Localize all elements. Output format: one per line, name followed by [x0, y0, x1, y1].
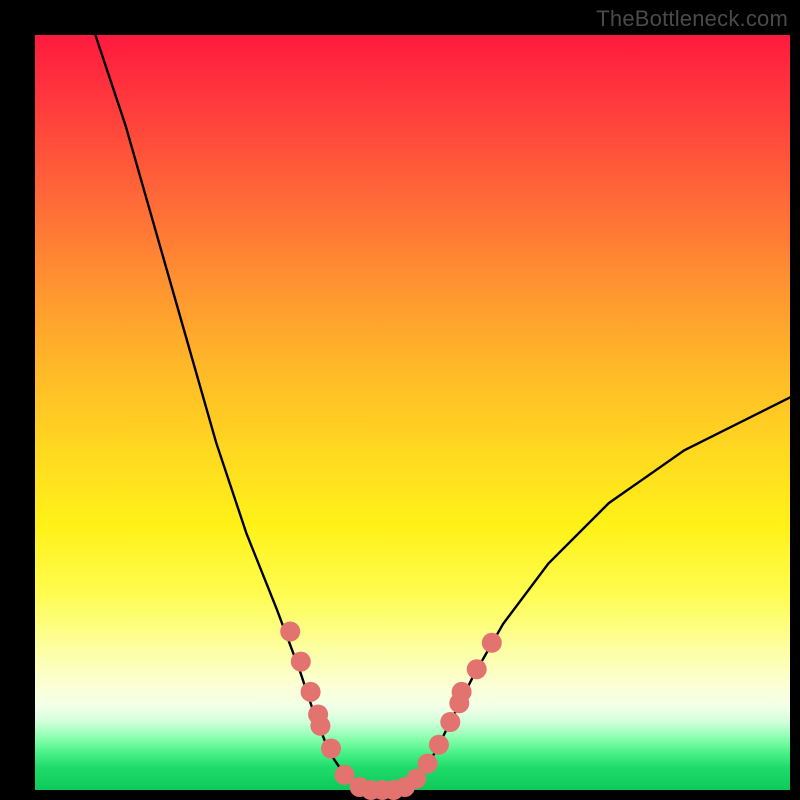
data-point — [310, 716, 330, 736]
chart-frame: TheBottleneck.com — [0, 0, 800, 800]
data-point — [418, 754, 438, 774]
attribution-watermark: TheBottleneck.com — [596, 6, 788, 32]
data-point — [301, 682, 321, 702]
data-point — [321, 739, 341, 759]
data-points-group — [280, 622, 502, 800]
data-point — [440, 712, 460, 732]
data-point — [467, 659, 487, 679]
chart-overlay — [35, 35, 790, 790]
data-point — [280, 622, 300, 642]
bottleneck-curve — [95, 35, 790, 790]
data-point — [429, 735, 449, 755]
data-point — [482, 633, 502, 653]
data-point — [452, 682, 472, 702]
data-point — [291, 652, 311, 672]
